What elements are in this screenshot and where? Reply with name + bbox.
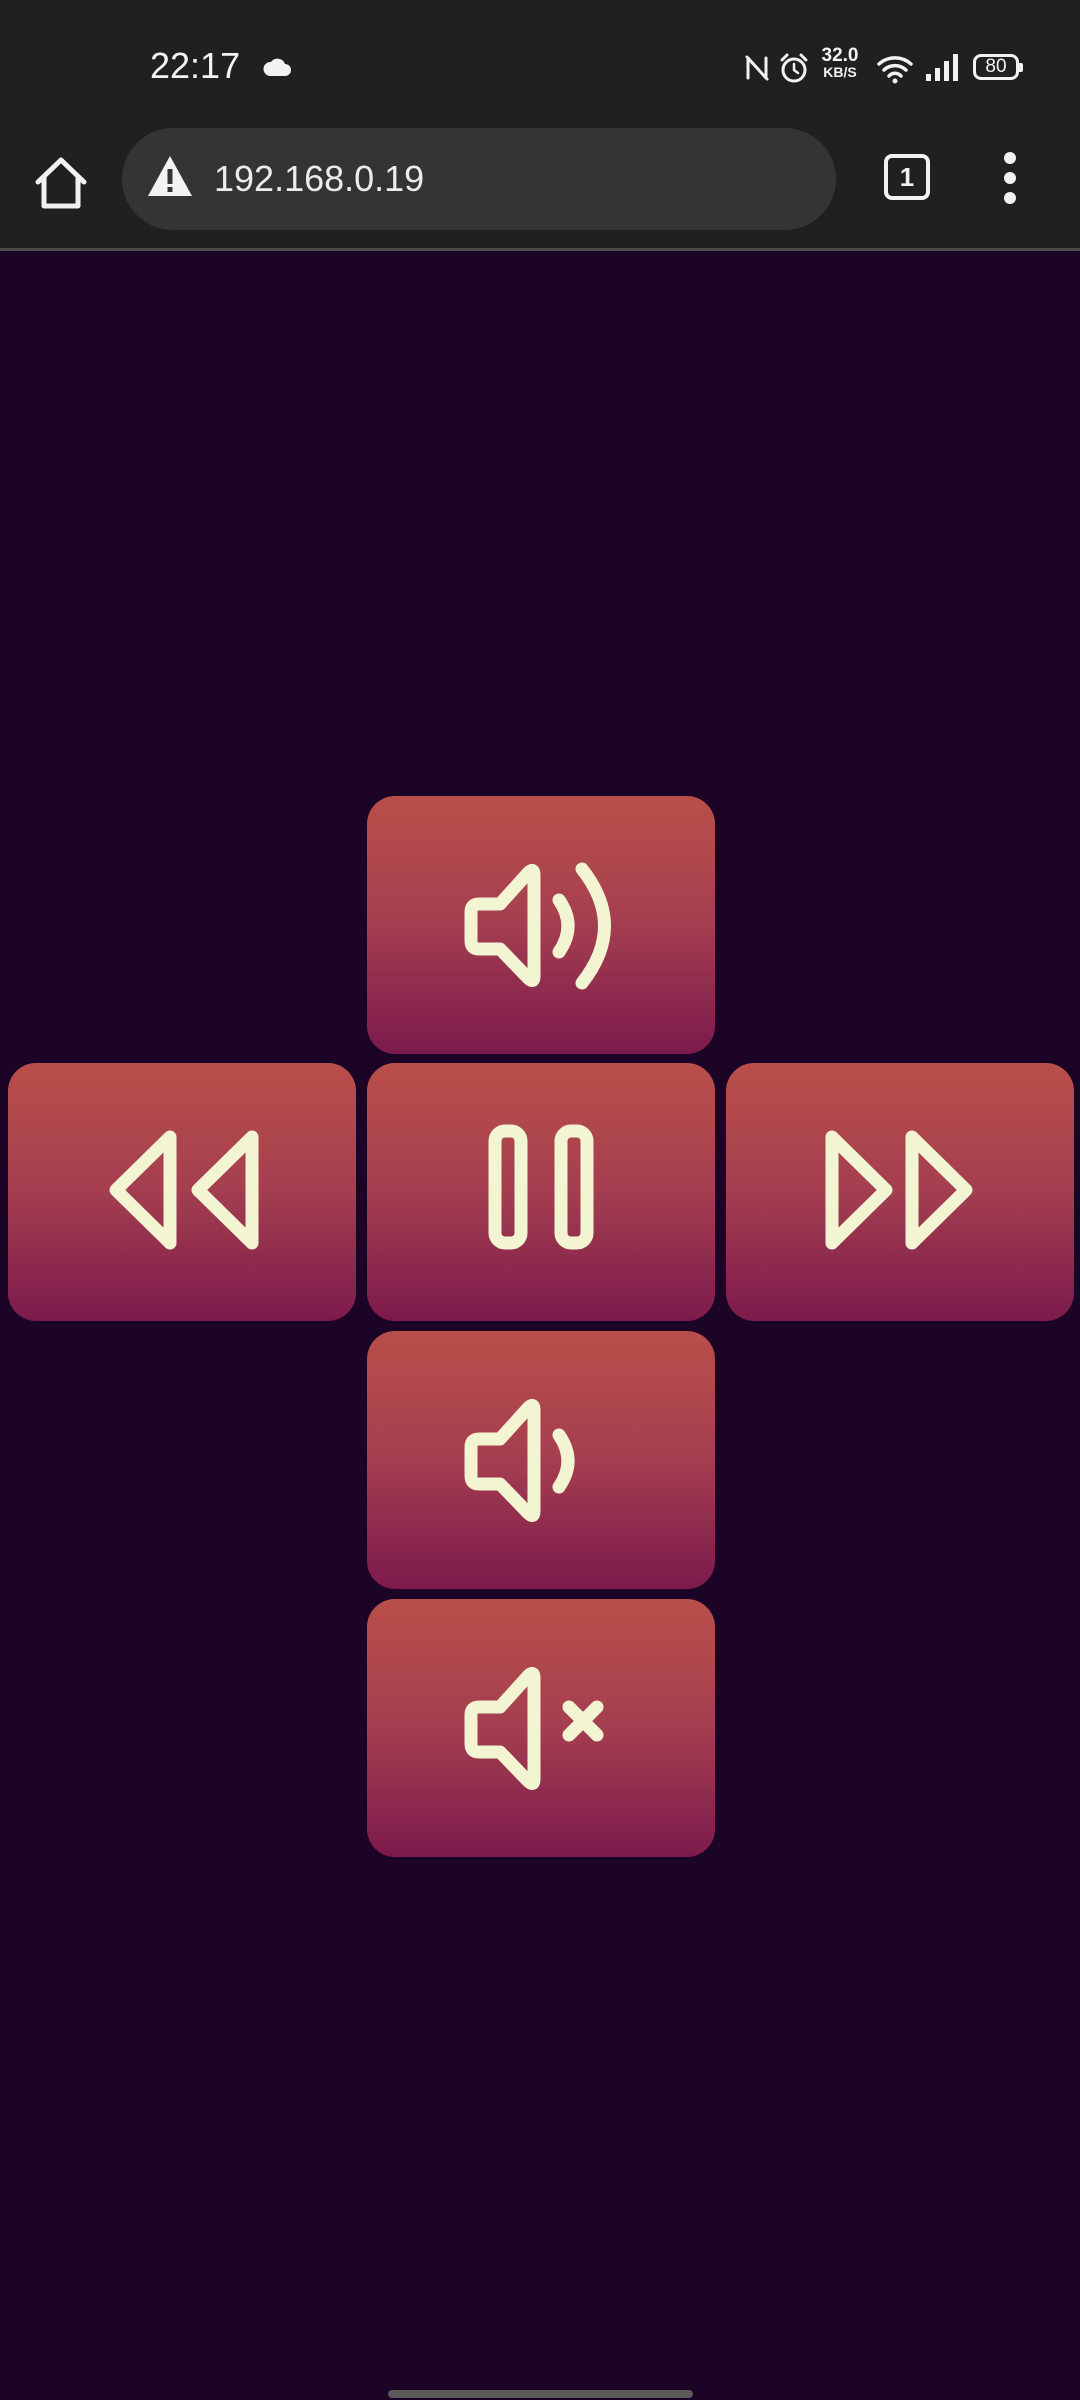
tab-switcher-button[interactable]: 1 xyxy=(884,154,930,200)
rewind-button[interactable] xyxy=(8,1063,356,1321)
fast-forward-button[interactable] xyxy=(726,1063,1074,1321)
gesture-bar[interactable] xyxy=(388,2390,693,2398)
fast-forward-icon xyxy=(825,1130,973,1250)
browser-toolbar: 192.168.0.19 1 xyxy=(0,126,1080,251)
volume-up-icon xyxy=(464,862,611,990)
battery-indicator: 80 xyxy=(973,54,1023,80)
pause-button[interactable] xyxy=(367,1063,715,1321)
cloud-icon xyxy=(263,58,291,76)
remote-control-page xyxy=(0,251,1080,2400)
more-options-icon[interactable] xyxy=(990,148,1030,208)
network-speed: 32.0 KB/S xyxy=(816,45,864,80)
network-speed-unit: KB/S xyxy=(823,64,857,80)
volume-down-icon xyxy=(464,1398,575,1523)
url-text[interactable]: 192.168.0.19 xyxy=(214,155,424,203)
home-icon[interactable] xyxy=(30,152,92,214)
rewind-icon xyxy=(109,1130,259,1250)
alarm-icon xyxy=(780,53,808,83)
wifi-icon xyxy=(877,56,913,84)
pause-icon xyxy=(488,1124,594,1250)
network-speed-value: 32.0 xyxy=(821,45,859,66)
status-bar: 22:17 32.0 KB/S 80 xyxy=(0,0,1080,126)
nfc-icon xyxy=(745,55,769,81)
address-bar[interactable]: 192.168.0.19 xyxy=(122,128,836,230)
volume-up-button[interactable] xyxy=(367,796,715,1054)
status-time: 22:17 xyxy=(150,45,241,86)
mute-icon xyxy=(464,1666,604,1791)
signal-icon xyxy=(926,54,958,81)
warning-icon[interactable] xyxy=(146,154,194,198)
volume-down-button[interactable] xyxy=(367,1331,715,1589)
mute-button[interactable] xyxy=(367,1599,715,1857)
